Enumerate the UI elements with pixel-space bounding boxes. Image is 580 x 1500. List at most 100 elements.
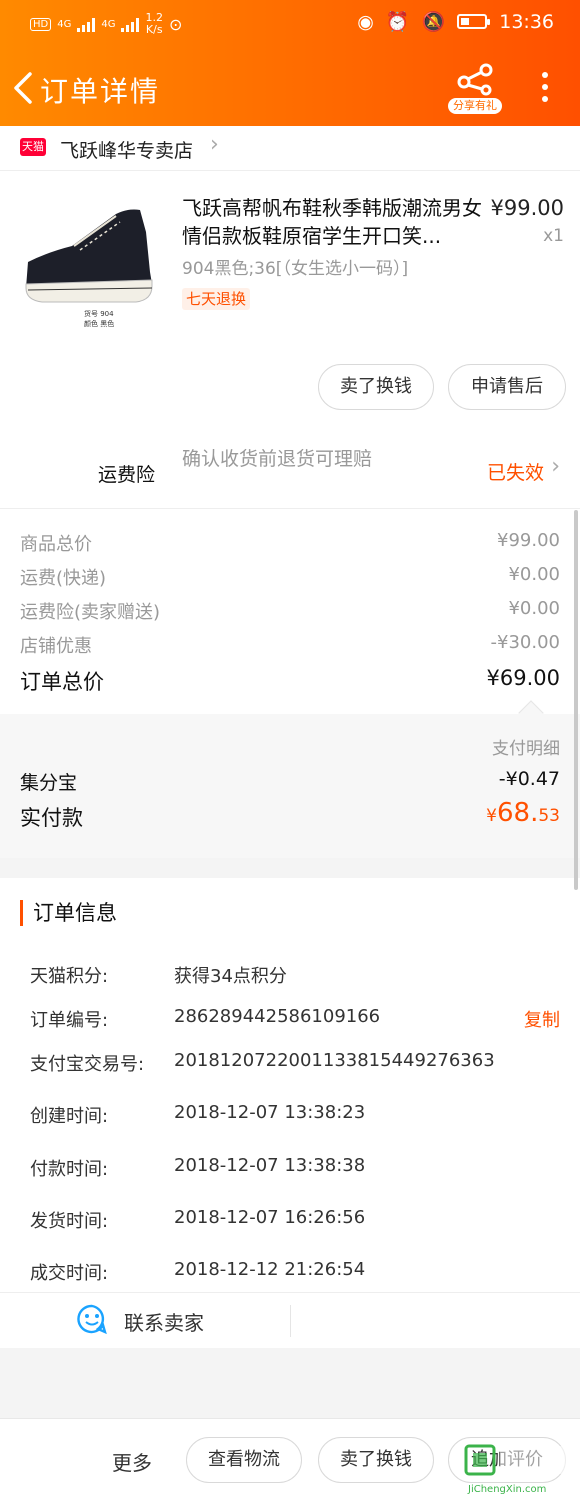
paid-currency: ¥ [486, 806, 497, 826]
insurance-desc: 确认收货前退货可理赔 [182, 448, 373, 470]
info-value: 2018-12-07 13:38:23 [174, 1102, 366, 1123]
paid-label: 实付款 [20, 806, 83, 830]
product-title[interactable]: 飞跃高帮帆布鞋秋季韩版潮流男女情侣款板鞋原宿学生开口笑... [182, 194, 482, 250]
divider [0, 508, 580, 509]
info-value: 286289442586109166 [174, 1006, 381, 1027]
clock: 13:36 [499, 10, 554, 33]
product-thumbnail[interactable]: 货号 904 颜色 黑色 [18, 192, 158, 334]
info-value: 2018-12-07 13:38:38 [174, 1155, 366, 1176]
info-key: 成交时间: [30, 1263, 109, 1284]
order-card: 天猫 飞跃峰华专卖店 › 货号 904 颜色 黑色 飞跃高帮帆布鞋秋季韩版潮流男… [0, 126, 580, 434]
sell-button[interactable]: 卖了换钱 [318, 364, 434, 410]
info-value: 2018-12-12 21:26:54 [174, 1259, 366, 1280]
jifenbao-label: 集分宝 [20, 772, 78, 794]
contact-seller-button[interactable]: 联系卖家 [124, 1307, 204, 1336]
chat-bubble-icon[interactable] [76, 1303, 108, 1335]
return-policy-badge: 七天退换 [182, 288, 251, 310]
more-button[interactable]: 更多 [112, 1447, 152, 1476]
insurance-label: 运费险 [98, 464, 156, 486]
signal-icon-2 [121, 16, 140, 32]
insurance-status: 已失效 [486, 462, 544, 484]
info-value: 2018120722001133815449276363 [174, 1050, 495, 1071]
thumb-caption-2: 颜色 黑色 [84, 319, 114, 328]
signal-icon [77, 16, 96, 32]
insurance-fee-row: 运费险(卖家赠送) ¥0.00 [20, 598, 560, 624]
goods-total-row: 商品总价 ¥99.00 [20, 530, 560, 556]
back-arrow-icon[interactable] [8, 68, 40, 108]
paid-value: ¥68.53 [486, 798, 560, 828]
chevron-right-icon: › [551, 454, 560, 479]
divider [0, 170, 580, 171]
goods-total-value: ¥99.00 [497, 530, 560, 551]
shipping-value: ¥0.00 [508, 564, 560, 585]
insurance-card: 运费险 确认收货前退货可理赔 已失效 › [0, 434, 580, 508]
paid-decimal: 53 [538, 806, 560, 826]
info-value: 2018-12-07 16:26:56 [174, 1207, 366, 1228]
chevron-right-icon: › [210, 132, 219, 157]
battery-icon [457, 14, 491, 29]
info-key: 订单编号: [30, 1010, 109, 1031]
paid-integer: 68. [497, 798, 539, 828]
payment-detail: 支付明细 集分宝 -¥0.47 实付款 ¥68.53 [0, 700, 580, 858]
product-qty: x1 [543, 226, 564, 246]
thumb-caption-1: 货号 904 [84, 309, 114, 318]
status-right: ◉ ⏰ 🔕 13:36 [357, 10, 554, 34]
discount-value: -¥30.00 [490, 632, 560, 653]
headset-icon: ⊙ [168, 14, 183, 34]
shipping-label: 运费(快递) [20, 568, 107, 589]
jifenbao-row: 集分宝 -¥0.47 [20, 768, 560, 795]
insurance-fee-value: ¥0.00 [508, 598, 560, 619]
jifenbao-value: -¥0.47 [498, 768, 560, 790]
shop-row[interactable]: 天猫 飞跃峰华专卖店 › [0, 126, 580, 170]
info-key: 付款时间: [30, 1159, 109, 1180]
eye-icon: ◉ [357, 10, 374, 33]
hd-badge: HD [30, 17, 52, 31]
product-sku: 904黑色;36[（女生选小一码）] [182, 259, 409, 279]
goods-total-label: 商品总价 [20, 534, 92, 555]
paid-row: 实付款 ¥68.53 [20, 798, 560, 832]
view-logistics-button[interactable]: 查看物流 [186, 1437, 302, 1483]
share-icon [457, 63, 493, 96]
product-item[interactable]: 货号 904 颜色 黑色 飞跃高帮帆布鞋秋季韩版潮流男女情侣款板鞋原宿学生开口笑… [0, 186, 580, 346]
after-sale-button[interactable]: 申请售后 [448, 364, 566, 410]
share-button[interactable]: 分享有礼 [448, 62, 502, 114]
share-label: 分享有礼 [448, 98, 502, 114]
info-key: 发货时间: [30, 1211, 109, 1232]
info-key: 支付宝交易号: [30, 1054, 145, 1075]
tmall-badge: 天猫 [20, 138, 46, 156]
net-speed: 1.2 K/s [145, 11, 163, 36]
sell-bottom-button[interactable]: 卖了换钱 [318, 1437, 434, 1483]
more-icon[interactable] [540, 72, 550, 104]
status-bar: HD 4G 4G 1.2 K/s ⊙ ◉ ⏰ 🔕 13:36 [0, 0, 580, 48]
header: HD 4G 4G 1.2 K/s ⊙ ◉ ⏰ 🔕 13:36 订单详情 分享有礼 [0, 0, 580, 126]
shop-name[interactable]: 飞跃峰华专卖店 [60, 136, 193, 163]
discount-label: 店铺优惠 [20, 636, 92, 657]
nav-bar: 订单详情 分享有礼 [0, 58, 580, 118]
insurance-fee-label: 运费险(卖家赠送) [20, 602, 161, 623]
order-total-label: 订单总价 [20, 670, 104, 694]
shipping-row: 运费(快递) ¥0.00 [20, 564, 560, 590]
order-info-section: 订单信息 天猫积分: 获得34点积分 订单编号: 286289442586109… [0, 878, 580, 1292]
page-title: 订单详情 [40, 75, 161, 108]
copy-button[interactable]: 复制 [524, 1006, 560, 1032]
status-left: HD 4G 4G 1.2 K/s ⊙ [30, 12, 182, 36]
order-info-title: 订单信息 [20, 900, 117, 926]
fees-card: 商品总价 ¥99.00 运费(快递) ¥0.00 运费险(卖家赠送) ¥0.00… [0, 508, 580, 728]
insurance-row[interactable]: 运费险 确认收货前退货可理赔 已失效 › [0, 434, 580, 508]
order-total-row: 订单总价 ¥69.00 [20, 666, 560, 696]
info-key: 创建时间: [30, 1106, 109, 1127]
watermark-logo: JiChengXin.com [464, 1444, 570, 1495]
scrollbar[interactable] [574, 510, 578, 890]
product-price: ¥99.00 [490, 196, 564, 220]
discount-row: 店铺优惠 -¥30.00 [20, 632, 560, 658]
contact-bar: 联系卖家 [0, 1292, 580, 1348]
order-total-value: ¥69.00 [486, 666, 560, 690]
info-value: 获得34点积分 [174, 966, 287, 987]
payment-detail-label[interactable]: 支付明细 [492, 734, 560, 759]
network-4g-label: 4G [57, 18, 72, 30]
mute-icon: 🔕 [421, 11, 446, 33]
watermark-text: JiChengXin.com [467, 1484, 546, 1495]
alarm-icon: ⏰ [385, 11, 410, 33]
divider [290, 1305, 291, 1337]
network-4g-label-2: 4G [101, 18, 116, 30]
